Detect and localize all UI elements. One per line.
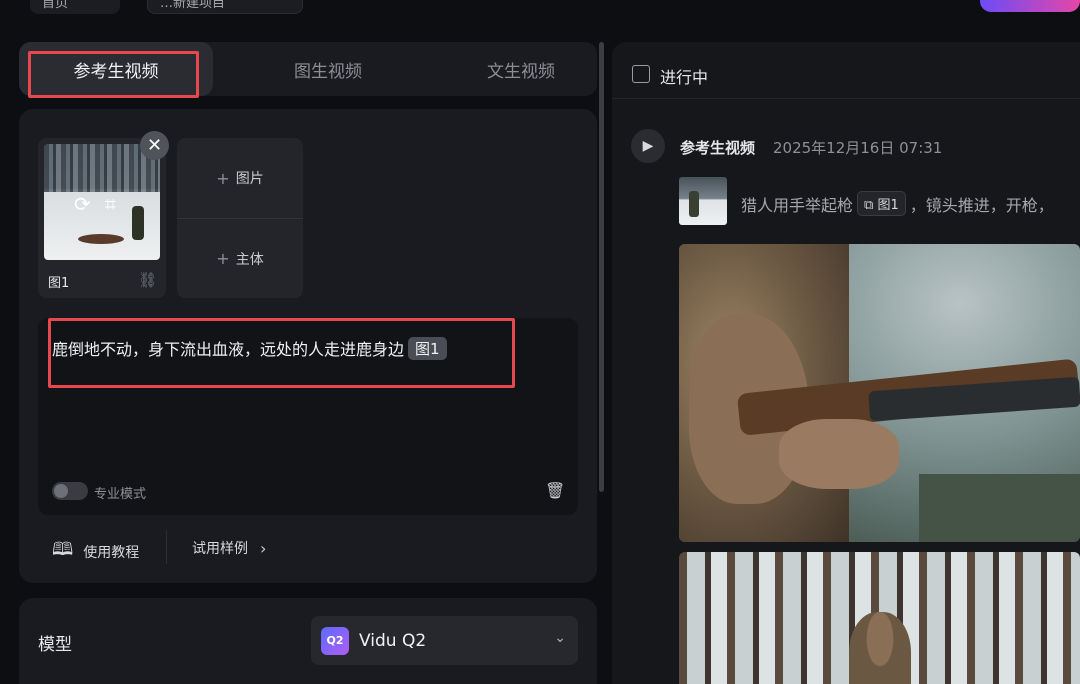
- generated-video-frame[interactable]: [679, 244, 1080, 542]
- highlight-box: [28, 51, 199, 98]
- video-task-icon: ▶: [631, 129, 665, 163]
- task-reference-thumbnail[interactable]: [679, 177, 727, 225]
- trash-icon[interactable]: 🗑: [545, 481, 565, 500]
- deer-shape: [78, 234, 124, 244]
- task-prompt-part: 猎人用手举起枪: [741, 195, 854, 215]
- replace-icon[interactable]: ⟳: [74, 192, 91, 216]
- upgrade-pill[interactable]: [980, 0, 1080, 12]
- add-reference-box: + 图片 + 主体: [177, 138, 303, 298]
- coat-shape: [919, 474, 1080, 542]
- home-label: 首页: [42, 0, 69, 11]
- samples-label: 试用样例: [192, 541, 248, 557]
- hand-shape: [779, 419, 899, 489]
- task-type: 参考生视频: [680, 139, 756, 157]
- reference-image-label: 图1: [48, 276, 70, 291]
- samples-link[interactable]: 试用样例 ›: [192, 538, 266, 558]
- model-select[interactable]: Q2 Vidu Q2 ⌄: [311, 616, 578, 665]
- generated-video-frame[interactable]: [679, 552, 1080, 684]
- tutorial-link[interactable]: 🕮 使用教程: [52, 537, 139, 567]
- add-image-button[interactable]: + 图片: [177, 138, 303, 218]
- task-prompt-part: ，镜头推进，开枪，: [909, 195, 1054, 215]
- in-progress-checkbox[interactable]: [632, 65, 650, 83]
- plus-icon: +: [216, 168, 230, 188]
- image-actions: ⟳ ⌗: [74, 192, 116, 216]
- plus-icon: +: [216, 249, 230, 268]
- model-logo-icon: Q2: [321, 626, 349, 655]
- add-subject-label: 主体: [235, 251, 264, 268]
- task-image-chip: ⧉ 图1: [857, 191, 906, 216]
- pro-mode-toggle[interactable]: [52, 482, 88, 500]
- add-image-label: 图片: [235, 171, 264, 187]
- model-label: 模型: [38, 635, 72, 655]
- crop-icon[interactable]: ⌗: [105, 192, 116, 216]
- add-subject-button[interactable]: + 主体: [177, 218, 303, 298]
- hunter-shape: [849, 612, 911, 684]
- hunter-shape: [132, 206, 144, 240]
- highlight-box: [48, 318, 515, 388]
- tutorial-label: 使用教程: [83, 545, 140, 561]
- task-timestamp: 2025年12月16日 07:31: [773, 139, 943, 157]
- project-title: …新建项目: [160, 0, 226, 11]
- tab-text-to-video[interactable]: 文生视频: [424, 42, 618, 96]
- in-progress-label: 进行中: [660, 68, 709, 87]
- pro-mode-label: 专业模式: [94, 487, 147, 502]
- chevron-down-icon: ⌄: [554, 630, 566, 646]
- scrollbar[interactable]: [599, 42, 604, 492]
- task-chip-label: 图1: [877, 198, 899, 213]
- divider: [166, 530, 167, 564]
- chevron-right-icon: ›: [260, 538, 267, 558]
- model-name: Vidu Q2: [359, 630, 427, 651]
- home-button[interactable]: 首页: [30, 0, 120, 14]
- tab-image-to-video[interactable]: 图生视频: [231, 42, 425, 96]
- project-title-button[interactable]: …新建项目: [147, 0, 303, 14]
- link-icon[interactable]: ⛓: [138, 271, 157, 289]
- task-prompt: 猎人用手举起枪 ⧉ 图1 ，镜头推进，开枪，: [741, 191, 1054, 216]
- book-icon: 🕮: [52, 539, 74, 560]
- close-icon[interactable]: ✕: [140, 131, 169, 160]
- divider: [612, 98, 1080, 99]
